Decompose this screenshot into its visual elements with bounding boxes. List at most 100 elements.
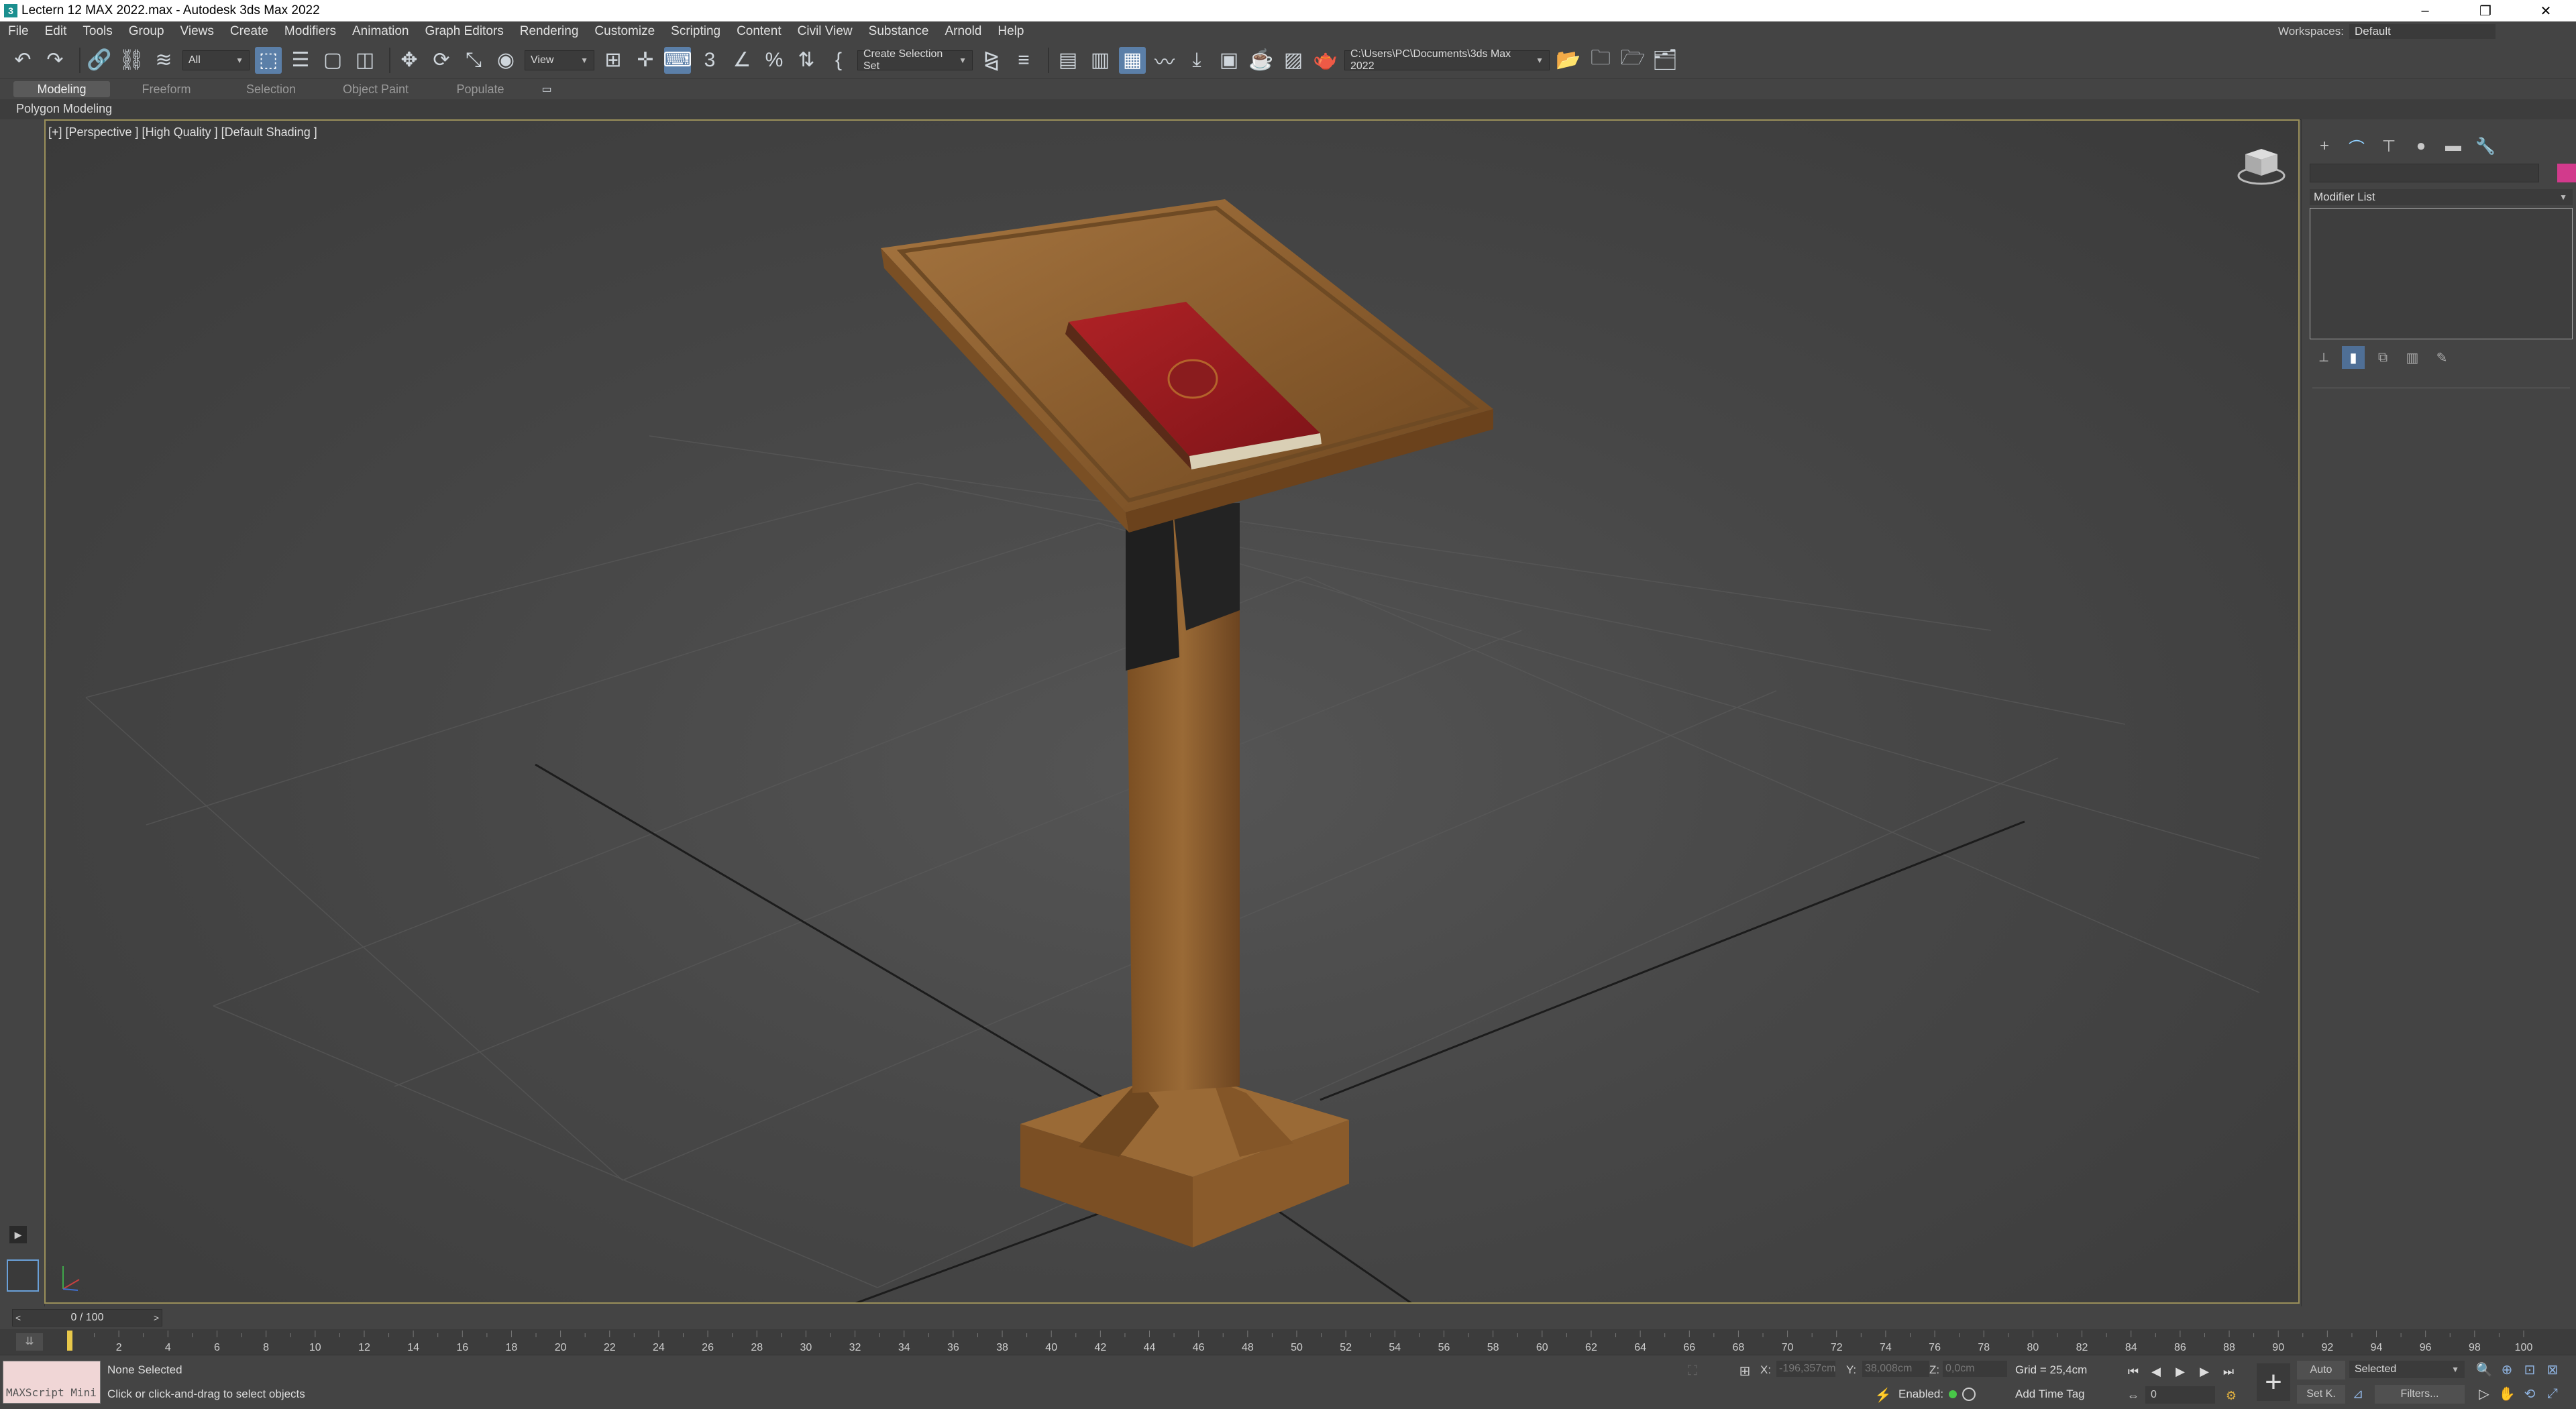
- menu-civil-view[interactable]: Civil View: [790, 24, 861, 39]
- modifier-list-dropdown[interactable]: Modifier List ▼: [2310, 189, 2573, 205]
- zoom-extents-icon[interactable]: ⊡: [2521, 1361, 2538, 1378]
- pivot-center-icon[interactable]: ⊞: [600, 47, 627, 74]
- zoom-extents-all-icon[interactable]: ⊠: [2544, 1361, 2561, 1378]
- layer-explorer-icon[interactable]: ▥: [1087, 47, 1114, 74]
- select-by-name-icon[interactable]: ☰: [287, 47, 314, 74]
- z-coordinate-field[interactable]: 0,0cm: [1943, 1361, 2007, 1377]
- select-object-icon[interactable]: ⬚: [255, 46, 282, 74]
- make-unique-icon[interactable]: ⧉: [2371, 346, 2394, 369]
- menu-create[interactable]: Create: [222, 24, 276, 39]
- zoom-icon[interactable]: 🔍: [2475, 1361, 2493, 1378]
- rectangular-selection-icon[interactable]: ▢: [319, 47, 346, 74]
- schematic-view-icon[interactable]: ⤓: [1183, 47, 1210, 74]
- maximize-viewport-icon[interactable]: ⤢: [2544, 1385, 2561, 1402]
- workspaces-dropdown[interactable]: Default: [2349, 24, 2496, 39]
- menu-substance[interactable]: Substance: [861, 24, 937, 39]
- menu-help[interactable]: Help: [989, 24, 1032, 39]
- align-icon[interactable]: ≡: [1010, 47, 1037, 74]
- time-slider-next[interactable]: >: [154, 1310, 159, 1326]
- redo-icon[interactable]: ↷: [42, 47, 68, 74]
- time-slider-prev[interactable]: <: [15, 1310, 21, 1326]
- hierarchy-tab-icon[interactable]: ⊤: [2375, 134, 2402, 158]
- polygon-modeling-panel-label[interactable]: Polygon Modeling: [16, 102, 112, 116]
- menu-arnold[interactable]: Arnold: [936, 24, 989, 39]
- next-frame-icon[interactable]: ▶: [2195, 1362, 2214, 1381]
- menu-scripting[interactable]: Scripting: [663, 24, 729, 39]
- close-button[interactable]: ✕: [2516, 0, 2576, 21]
- add-time-tag[interactable]: Add Time Tag: [2015, 1388, 2085, 1401]
- menu-graph-editors[interactable]: Graph Editors: [417, 24, 512, 39]
- set-key-button[interactable]: Set K.: [2297, 1385, 2345, 1404]
- adaptive-degradation-icon[interactable]: ⚡: [1874, 1386, 1892, 1404]
- unlink-icon[interactable]: ⛓: [118, 47, 145, 74]
- rotate-icon[interactable]: ⟳: [428, 47, 455, 74]
- play-icon[interactable]: ▶: [2171, 1362, 2190, 1381]
- spinner-snap-icon[interactable]: ⇅: [793, 47, 820, 74]
- material-editor-icon[interactable]: ▣: [1216, 47, 1242, 74]
- viewport-layout-tab[interactable]: [7, 1259, 39, 1292]
- bind-space-warp-icon[interactable]: ≋: [150, 47, 177, 74]
- selection-filter-dropdown[interactable]: All ▼: [182, 50, 250, 70]
- current-frame-marker[interactable]: [67, 1331, 72, 1351]
- project-folder-open-icon[interactable]: 📂: [1555, 47, 1582, 74]
- percent-snap-icon[interactable]: %: [761, 47, 788, 74]
- maxscript-listener[interactable]: MAXScript Mini: [3, 1361, 101, 1404]
- pan-view-icon[interactable]: ✋: [2498, 1385, 2516, 1402]
- scale-icon[interactable]: ⤡: [460, 47, 487, 74]
- render-production-icon[interactable]: 🫖: [1312, 47, 1339, 74]
- link-icon[interactable]: 🔗: [86, 47, 113, 74]
- menu-edit[interactable]: Edit: [37, 24, 75, 39]
- snaps-toggle-icon[interactable]: 3: [696, 47, 723, 74]
- place-icon[interactable]: ◉: [492, 47, 519, 74]
- enabled-toggle[interactable]: Enabled:: [1898, 1388, 1976, 1401]
- tab-modeling[interactable]: Modeling: [13, 81, 110, 97]
- object-name-field[interactable]: [2310, 164, 2539, 182]
- render-setup-icon[interactable]: ☕: [1248, 47, 1275, 74]
- project-folder-settings-icon[interactable]: 🗂: [1652, 47, 1678, 74]
- time-config-gear-icon[interactable]: ⚙: [2222, 1386, 2241, 1405]
- show-end-result-icon[interactable]: ▮: [2342, 346, 2365, 369]
- isolate-selection-icon[interactable]: ⛶: [1684, 1362, 1701, 1379]
- auto-key-button[interactable]: Auto: [2297, 1361, 2345, 1379]
- menu-modifiers[interactable]: Modifiers: [276, 24, 344, 39]
- tab-object-paint[interactable]: Object Paint: [327, 81, 424, 97]
- menu-tools[interactable]: Tools: [74, 24, 120, 39]
- scene-explorer-icon[interactable]: ▤: [1055, 47, 1081, 74]
- time-configuration-icon[interactable]: ⇔: [2124, 1386, 2143, 1405]
- remove-modifier-icon[interactable]: ▥: [2401, 346, 2424, 369]
- menu-file[interactable]: File: [0, 24, 37, 39]
- ribbon-toggle-icon[interactable]: ▦: [1119, 46, 1146, 74]
- menu-group[interactable]: Group: [121, 24, 172, 39]
- modify-tab-icon[interactable]: ⌒: [2343, 134, 2370, 158]
- x-coordinate-field[interactable]: -196,357cm: [1776, 1361, 1836, 1377]
- angle-snap-icon[interactable]: ∠: [729, 47, 755, 74]
- menu-content[interactable]: Content: [729, 24, 790, 39]
- modifier-stack[interactable]: [2310, 208, 2573, 339]
- menu-views[interactable]: Views: [172, 24, 222, 39]
- track-bar[interactable]: ⇊ 2 4 6 8 10 12 14 16 18 20 22 24 26 28 30 32 34 36 38 40 42…: [0, 1329, 2576, 1355]
- reference-coordinate-dropdown[interactable]: View ▼: [525, 50, 594, 70]
- rendered-frame-window-icon[interactable]: ▨: [1280, 47, 1307, 74]
- project-folder-dropdown[interactable]: C:\Users\PC\Documents\3ds Max 2022 ▼: [1344, 48, 1550, 72]
- minimize-button[interactable]: –: [2395, 0, 2455, 21]
- expand-arrow-icon[interactable]: ▶: [9, 1226, 27, 1243]
- set-key-icon[interactable]: +: [2257, 1363, 2290, 1401]
- field-of-view-icon[interactable]: ▷: [2475, 1385, 2493, 1402]
- current-frame-field[interactable]: 0: [2145, 1386, 2215, 1404]
- go-to-end-icon[interactable]: ⏭: [2219, 1362, 2238, 1381]
- viewcube-icon[interactable]: [2236, 144, 2287, 186]
- tab-populate[interactable]: Populate: [432, 81, 529, 97]
- ribbon-options-icon[interactable]: ▭: [537, 81, 557, 97]
- named-selection-set-dropdown[interactable]: Create Selection Set ▼: [857, 48, 973, 72]
- window-crossing-icon[interactable]: ◫: [352, 47, 378, 74]
- display-tab-icon[interactable]: ▬: [2440, 134, 2467, 158]
- restore-button[interactable]: ❐: [2455, 0, 2516, 21]
- edit-named-selection-icon[interactable]: {: [825, 47, 852, 74]
- absolute-mode-icon[interactable]: ⊞: [1736, 1362, 1754, 1379]
- viewport-label-menu[interactable]: [+] [Perspective ] [High Quality ] [Defa…: [48, 125, 317, 139]
- utilities-tab-icon[interactable]: 🔧: [2472, 134, 2499, 158]
- menu-customize[interactable]: Customize: [586, 24, 663, 39]
- key-filter-dropdown[interactable]: Selected ▼: [2349, 1361, 2465, 1378]
- configure-modifier-sets-icon[interactable]: ✎: [2430, 346, 2453, 369]
- key-filters-button[interactable]: Filters...: [2375, 1385, 2465, 1404]
